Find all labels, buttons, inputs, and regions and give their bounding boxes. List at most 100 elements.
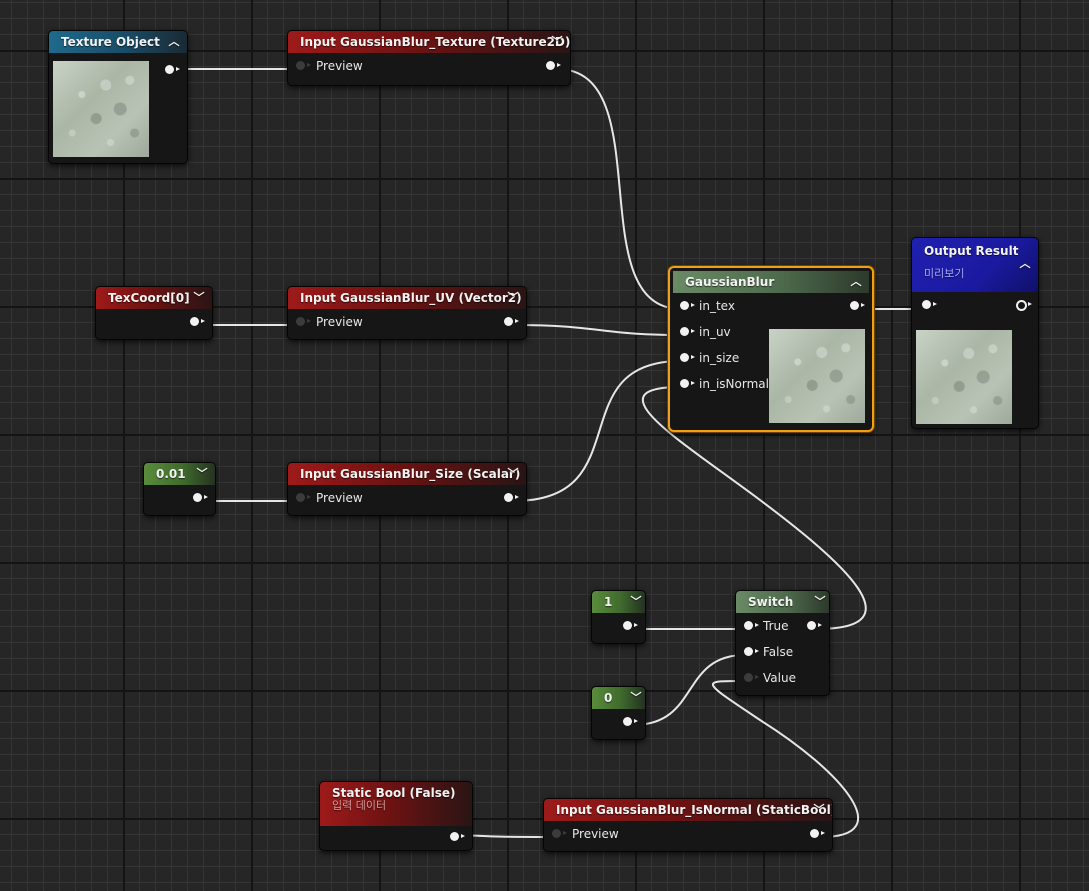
chevron-up-icon[interactable]: ︿ — [1018, 253, 1032, 275]
output-pin[interactable] — [807, 621, 822, 630]
wire-param-texture-to-in-tex — [556, 68, 682, 310]
chevron-down-icon[interactable]: ﹀ — [813, 591, 827, 613]
pin-row-in-tex: in_tex — [670, 293, 872, 319]
input-pin[interactable] — [744, 673, 759, 682]
output-pin[interactable] — [450, 832, 465, 841]
node-header[interactable]: GaussianBlur ︿ — [673, 271, 869, 293]
output-pin[interactable] — [850, 301, 865, 310]
input-size-param-node[interactable]: Input GaussianBlur_Size (Scalar) ﹀ Previ… — [287, 462, 527, 516]
input-pin[interactable] — [680, 327, 695, 336]
node-title: Texture Object — [61, 35, 160, 49]
pin-label: in_uv — [699, 325, 731, 339]
chevron-down-icon[interactable]: ﹀ — [812, 799, 826, 821]
node-header[interactable]: Input GaussianBlur_Texture (Texture2D) ﹀ — [288, 31, 570, 53]
node-title: 0.01 — [156, 467, 186, 481]
chevron-down-icon[interactable]: ﹀ — [195, 463, 209, 485]
input-uv-param-node[interactable]: Input GaussianBlur_UV (Vector2) ﹀ Previe… — [287, 286, 527, 340]
constant-one-node[interactable]: 1 ﹀ — [591, 590, 646, 644]
input-pin[interactable] — [680, 379, 695, 388]
pin-row-preview: Preview — [288, 53, 570, 79]
pin-label: Preview — [316, 315, 363, 329]
output-pin[interactable] — [1016, 300, 1032, 311]
chevron-down-icon[interactable]: ﹀ — [506, 463, 520, 485]
chevron-up-icon[interactable]: ︿ — [849, 271, 863, 293]
wire-const-zero-to-false — [632, 654, 746, 726]
pin-row-output — [144, 485, 215, 511]
node-title: Input GaussianBlur_Texture (Texture2D) — [300, 35, 571, 49]
pin-row-preview: Preview — [288, 309, 526, 335]
input-pin[interactable] — [552, 829, 567, 838]
input-pin[interactable] — [296, 317, 311, 326]
output-pin[interactable] — [546, 61, 561, 70]
pin-row-preview: Preview — [544, 821, 832, 847]
pin-label: Value — [763, 671, 796, 685]
output-pin[interactable] — [193, 493, 208, 502]
pin-row-true: True — [736, 613, 829, 639]
node-header[interactable]: 0.01 ﹀ — [144, 463, 215, 485]
node-title: TexCoord[0] — [108, 291, 190, 305]
texture-preview-image — [53, 61, 149, 157]
output-pin[interactable] — [623, 621, 638, 630]
switch-node[interactable]: Switch ﹀ True False Value — [735, 590, 830, 696]
chevron-down-icon[interactable]: ﹀ — [629, 591, 643, 613]
input-pin[interactable] — [680, 301, 695, 310]
pin-row-output — [320, 824, 472, 850]
input-texture-param-node[interactable]: Input GaussianBlur_Texture (Texture2D) ﹀… — [287, 30, 571, 86]
input-pin[interactable] — [680, 353, 695, 362]
input-isnormal-param-node[interactable]: Input GaussianBlur_IsNormal (StaticBool)… — [543, 798, 833, 852]
blur-preview-image — [769, 329, 865, 423]
node-header[interactable]: 1 ﹀ — [592, 591, 645, 613]
pin-label: Preview — [316, 59, 363, 73]
pin-row-output — [592, 709, 645, 735]
input-pin[interactable] — [922, 300, 937, 309]
pin-label: in_tex — [699, 299, 735, 313]
node-header[interactable]: TexCoord[0] ﹀ — [96, 287, 212, 309]
node-header[interactable]: Input GaussianBlur_UV (Vector2) ﹀ — [288, 287, 526, 309]
wire-staticbool-to-param — [460, 834, 554, 838]
output-pin[interactable] — [504, 317, 519, 326]
chevron-up-icon[interactable]: ︿ — [167, 31, 181, 53]
chevron-down-icon[interactable]: ﹀ — [192, 287, 206, 309]
node-header[interactable]: Static Bool (False) 입력 데이터 — [320, 782, 472, 826]
wire-param-uv-to-in-uv — [513, 324, 682, 336]
pin-row-value: Value — [736, 665, 829, 691]
pin-label: Preview — [572, 827, 619, 841]
node-header[interactable]: Switch ﹀ — [736, 591, 829, 613]
scalar-constant-node[interactable]: 0.01 ﹀ — [143, 462, 216, 516]
node-title: 0 — [604, 691, 613, 705]
input-pin[interactable] — [744, 647, 759, 656]
output-preview-image — [916, 330, 1012, 424]
node-header[interactable]: Input GaussianBlur_Size (Scalar) ﹀ — [288, 463, 526, 485]
chevron-down-icon[interactable]: ﹀ — [629, 687, 643, 709]
gaussian-blur-node[interactable]: GaussianBlur ︿ in_tex in_uv in_size in_i… — [668, 266, 874, 432]
pin-label: True — [763, 619, 789, 633]
node-header[interactable]: Output Result 미리보기 ︿ — [912, 238, 1038, 292]
input-pin[interactable] — [296, 61, 311, 70]
pin-row-false: False — [736, 639, 829, 665]
chevron-down-icon[interactable]: ﹀ — [506, 287, 520, 309]
node-title: GaussianBlur — [685, 275, 775, 289]
pin-row-output — [96, 309, 212, 335]
wire-param-size-to-in-size — [513, 360, 682, 502]
static-bool-node[interactable]: Static Bool (False) 입력 데이터 — [319, 781, 473, 851]
output-pin[interactable] — [504, 493, 519, 502]
chevron-down-icon[interactable]: ﹀ — [550, 31, 564, 53]
node-header[interactable]: Input GaussianBlur_IsNormal (StaticBool)… — [544, 799, 832, 821]
node-header[interactable]: Texture Object ︿ — [49, 31, 187, 53]
output-pin[interactable] — [810, 829, 825, 838]
pin-label: in_size — [699, 351, 740, 365]
input-pin[interactable] — [744, 621, 759, 630]
texcoord-node[interactable]: TexCoord[0] ﹀ — [95, 286, 213, 340]
input-pin[interactable] — [296, 493, 311, 502]
output-pin[interactable] — [190, 317, 205, 326]
output-pin[interactable] — [623, 717, 638, 726]
output-result-node[interactable]: Output Result 미리보기 ︿ — [911, 237, 1039, 429]
node-header[interactable]: 0 ﹀ — [592, 687, 645, 709]
texture-object-node[interactable]: Texture Object ︿ — [48, 30, 188, 164]
node-title: Switch — [748, 595, 794, 609]
node-title: 1 — [604, 595, 613, 609]
pin-row-preview: Preview — [288, 485, 526, 511]
output-pin[interactable] — [165, 65, 180, 74]
node-title: Input GaussianBlur_IsNormal (StaticBool) — [556, 803, 833, 817]
constant-zero-node[interactable]: 0 ﹀ — [591, 686, 646, 740]
